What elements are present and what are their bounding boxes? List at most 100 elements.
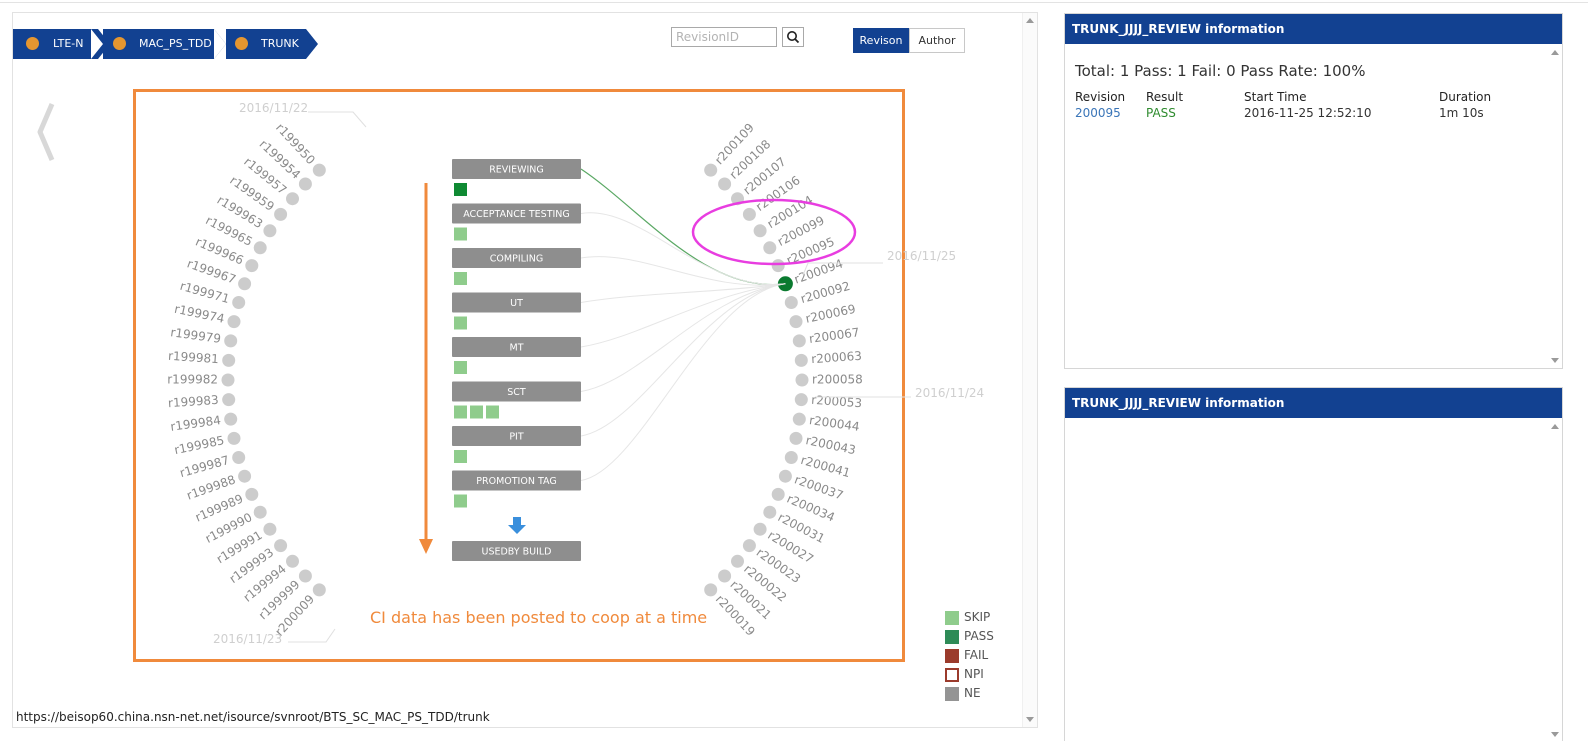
info-panel-details: TRUNK_JJJJ_REVIEW information bbox=[1064, 387, 1563, 742]
legend-swatch bbox=[945, 611, 959, 625]
revision-label: r199984 bbox=[170, 413, 222, 434]
info-panel-scrollbar[interactable] bbox=[1548, 419, 1562, 742]
legend-swatch bbox=[945, 687, 959, 701]
revision-label: r199983 bbox=[168, 393, 220, 410]
revision-dot bbox=[224, 334, 238, 348]
skip-status-square bbox=[454, 494, 467, 508]
revision-dot bbox=[232, 451, 246, 464]
revision-dot bbox=[778, 469, 792, 483]
revision-dot bbox=[286, 554, 299, 568]
duration-value: 1m 10s bbox=[1439, 106, 1484, 120]
scroll-down-icon[interactable] bbox=[1551, 358, 1559, 363]
info-panel-title: TRUNK_JJJJ_REVIEW information bbox=[1065, 14, 1562, 44]
date-label: 2016/11/23 bbox=[213, 632, 282, 646]
pass-status-square bbox=[454, 183, 467, 196]
annotation-text: CI data has been posted to coop at a tim… bbox=[370, 608, 707, 627]
top-divider bbox=[0, 2, 1588, 3]
repository-url: https://beisop60.china.nsn-net.net/isour… bbox=[16, 710, 490, 724]
date-leader-line bbox=[288, 628, 336, 643]
skip-status-square bbox=[486, 405, 499, 419]
revision-label: r200053 bbox=[811, 393, 863, 410]
revision-dot bbox=[274, 207, 288, 221]
skip-status-square bbox=[454, 361, 467, 374]
column-header-duration: Duration bbox=[1439, 90, 1492, 104]
revision-dot bbox=[794, 353, 808, 367]
revision-dot bbox=[795, 373, 809, 387]
revision-label: r199982 bbox=[167, 373, 218, 387]
revision-label: r200067 bbox=[808, 325, 860, 346]
legend-label: NPI bbox=[964, 667, 984, 681]
revision-dot bbox=[704, 583, 718, 597]
revision-dot bbox=[753, 522, 767, 536]
info-panel-scrollbar[interactable] bbox=[1548, 45, 1562, 368]
revision-dot bbox=[763, 241, 777, 255]
scroll-up-icon[interactable] bbox=[1551, 424, 1559, 429]
revision-dot bbox=[771, 259, 785, 273]
revision-label: r200069 bbox=[804, 302, 857, 326]
revision-dot bbox=[286, 192, 299, 206]
date-label: 2016/11/24 bbox=[915, 386, 984, 400]
revision-label: r200058 bbox=[812, 373, 863, 387]
revision-dot bbox=[789, 315, 803, 329]
revision-label: r199985 bbox=[173, 433, 226, 457]
revision-label: r200063 bbox=[811, 349, 863, 366]
info-panel-results: TRUNK_JJJJ_REVIEW information Total: 1 P… bbox=[1064, 13, 1563, 369]
legend-swatch bbox=[945, 630, 959, 644]
revision-dot bbox=[253, 505, 267, 519]
legend-label: NE bbox=[964, 686, 981, 700]
revision-dot bbox=[245, 487, 259, 501]
column-header-start-time: Start Time bbox=[1244, 90, 1307, 104]
scroll-up-icon[interactable] bbox=[1551, 50, 1559, 55]
column-header-result: Result bbox=[1146, 90, 1184, 104]
date-leader-line bbox=[308, 111, 367, 128]
stage-label: PIT bbox=[509, 432, 524, 443]
revision-dot bbox=[263, 522, 277, 536]
revision-link[interactable]: 200095 bbox=[1075, 106, 1121, 120]
down-arrow-icon bbox=[508, 517, 526, 534]
result-summary: Total: 1 Pass: 1 Fail: 0 Pass Rate: 100% bbox=[1075, 62, 1366, 80]
revision-dot bbox=[792, 412, 806, 426]
revision-dot bbox=[238, 469, 252, 483]
stage-link-line bbox=[580, 283, 786, 392]
revision-dot bbox=[718, 569, 732, 583]
revision-dot bbox=[742, 207, 756, 221]
skip-status-square bbox=[454, 450, 467, 463]
revision-dot bbox=[227, 431, 241, 445]
revision-dot bbox=[794, 393, 808, 407]
legend-swatch bbox=[945, 668, 959, 682]
highlight-ellipse bbox=[691, 198, 857, 266]
revision-dot bbox=[312, 583, 326, 597]
revision-dot bbox=[274, 539, 288, 553]
revision-dot bbox=[312, 163, 326, 177]
revision-dot bbox=[771, 487, 785, 501]
revision-label: r199981 bbox=[168, 349, 220, 366]
revision-label: r199974 bbox=[173, 302, 226, 326]
skip-status-square bbox=[454, 405, 467, 419]
legend-label: FAIL bbox=[964, 648, 989, 662]
revision-dot bbox=[222, 393, 236, 407]
revision-dot bbox=[298, 569, 312, 583]
stage-link-line bbox=[580, 283, 786, 437]
revision-dot bbox=[224, 412, 238, 426]
stage-label: MT bbox=[510, 343, 524, 354]
revision-dot bbox=[222, 353, 236, 367]
scroll-down-icon[interactable] bbox=[1551, 732, 1559, 737]
revision-dot bbox=[718, 177, 732, 191]
scroll-up-icon[interactable] bbox=[1026, 18, 1034, 23]
stage-label: PROMOTION TAG bbox=[476, 476, 556, 487]
revision-dot bbox=[232, 296, 246, 309]
stage-label: USEDBY BUILD bbox=[481, 547, 551, 558]
legend-label: PASS bbox=[964, 629, 994, 643]
legend-swatch bbox=[945, 649, 959, 663]
main-scrollbar[interactable] bbox=[1022, 13, 1037, 727]
skip-status-square bbox=[454, 227, 467, 241]
scroll-down-icon[interactable] bbox=[1026, 717, 1034, 722]
revision-dot bbox=[731, 554, 744, 568]
stage-label: COMPILING bbox=[490, 254, 543, 265]
skip-status-square bbox=[470, 405, 483, 419]
revision-label: r200043 bbox=[804, 433, 857, 457]
stage-link-line bbox=[580, 212, 786, 286]
pipeline-panel: LTE-N MAC_PS_TDD TRUNK Revison Author r1… bbox=[12, 12, 1038, 728]
start-time-value: 2016-11-25 12:52:10 bbox=[1244, 106, 1372, 120]
revision-dot bbox=[784, 296, 798, 309]
